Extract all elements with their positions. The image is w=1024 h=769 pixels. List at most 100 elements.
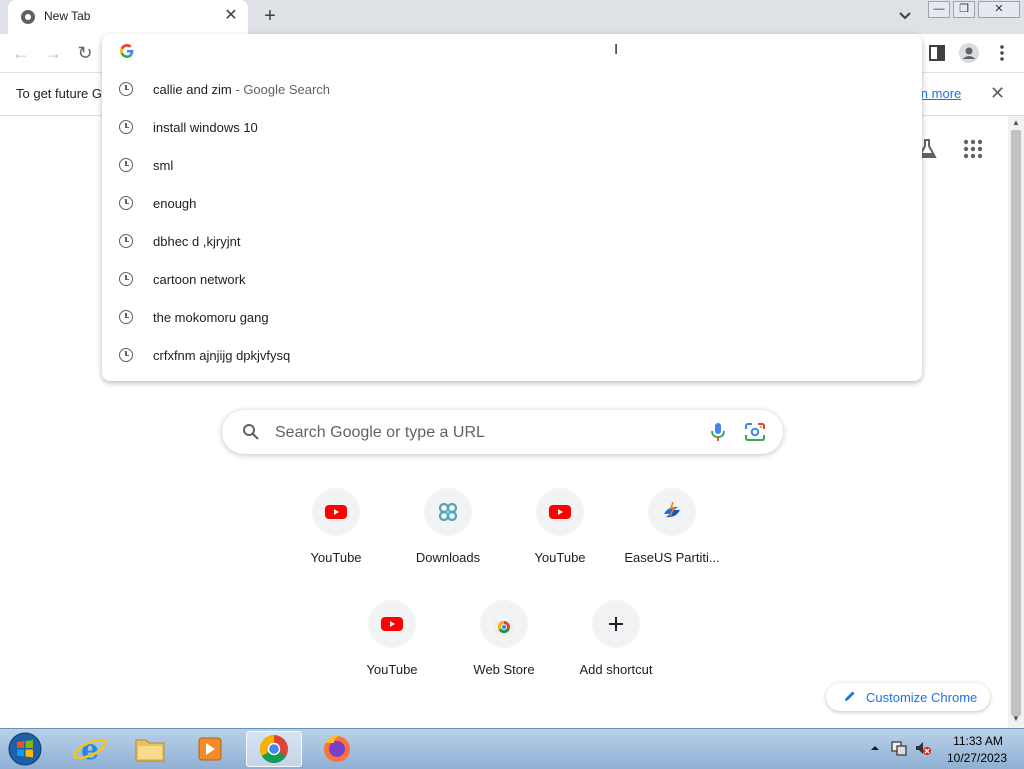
minimize-button[interactable]: —	[928, 1, 950, 18]
shortcut-label: YouTube	[366, 662, 418, 677]
firefox-icon[interactable]	[309, 731, 365, 767]
suggestion-text: cartoon network	[153, 272, 246, 287]
taskbar-date[interactable]: 10/27/2023	[940, 751, 1014, 765]
downloads-icon	[436, 500, 460, 524]
suggestion-text: crfxfnm ajnjijg dpkjvfysq	[153, 348, 290, 363]
history-clock-icon	[119, 234, 133, 248]
shortcut-icon-circle	[424, 488, 472, 536]
side-panel-icon[interactable]	[926, 42, 948, 64]
tab-strip: New Tab ✕ + — ❐ ✕	[0, 0, 1024, 34]
scrollbar-thumb[interactable]	[1011, 130, 1021, 716]
pencil-icon	[845, 691, 855, 701]
suggestion-query: callie and zim	[153, 82, 232, 97]
chrome-favicon-icon	[21, 10, 35, 24]
history-clock-icon	[119, 196, 133, 210]
back-arrow-icon[interactable]: ←	[9, 42, 33, 64]
suggestion-query: sml	[153, 158, 174, 173]
suggestion-text: callie and zim - Google Search	[153, 82, 330, 97]
restore-button[interactable]: ❐	[953, 1, 975, 18]
close-tab-icon[interactable]: ✕	[222, 7, 240, 25]
suggestion-row[interactable]: enough	[102, 184, 922, 222]
suggestion-row[interactable]: cartoon network	[102, 260, 922, 298]
suggestion-query: dbhec d ,kjryjnt	[153, 234, 241, 249]
suggestion-query: enough	[153, 196, 197, 211]
suggestion-row[interactable]: callie and zim - Google Search	[102, 70, 922, 108]
shortcut-tile[interactable]: Web Store	[448, 600, 560, 700]
forward-arrow-icon[interactable]: →	[41, 42, 65, 64]
reload-icon[interactable]: ↻	[73, 42, 97, 64]
kebab-menu-icon[interactable]	[991, 42, 1013, 64]
search-icon	[243, 424, 259, 440]
omnibox-dropdown: I callie and zim - Google Search install …	[102, 34, 922, 381]
scroll-down-arrow-icon[interactable]: ▼	[1011, 714, 1021, 724]
tab-title: New Tab	[44, 9, 91, 23]
suggestion-text: install windows 10	[153, 120, 258, 135]
shortcut-label: Web Store	[473, 662, 535, 677]
customize-chrome-label: Customize Chrome	[866, 690, 978, 705]
shortcut-tile[interactable]: YouTube	[280, 488, 392, 588]
youtube-icon	[380, 612, 404, 636]
ntp-search-box[interactable]: Search Google or type a URL	[222, 410, 783, 454]
history-clock-icon	[119, 82, 133, 96]
easeus-icon	[660, 500, 684, 524]
close-window-button[interactable]: ✕	[978, 1, 1020, 18]
close-info-bar-icon[interactable]: ✕	[990, 83, 1005, 104]
google-g-icon	[120, 44, 134, 58]
shortcut-tile[interactable]: YouTube	[336, 600, 448, 700]
shortcut-icon-circle	[312, 488, 360, 536]
taskbar-time[interactable]: 11:33 AM	[948, 734, 1008, 748]
chrome-icon	[260, 735, 288, 763]
chevron-down-icon[interactable]	[895, 6, 915, 26]
google-lens-icon[interactable]	[744, 422, 766, 442]
history-clock-icon	[119, 158, 133, 172]
media-player-icon[interactable]	[182, 731, 238, 767]
internet-explorer-icon[interactable]: e	[62, 731, 118, 767]
suggestion-row[interactable]: dbhec d ,kjryjnt	[102, 222, 922, 260]
microphone-icon[interactable]	[709, 422, 727, 442]
text-cursor-icon: I	[614, 41, 619, 58]
svg-text:e: e	[81, 733, 99, 766]
shortcut-icon-circle	[368, 600, 416, 648]
profile-avatar-icon[interactable]	[958, 42, 980, 64]
history-clock-icon	[119, 310, 133, 324]
suggestion-query: crfxfnm ajnjijg dpkjvfysq	[153, 348, 291, 363]
shortcut-tile[interactable]: EaseUS Partiti...	[616, 488, 728, 588]
suggestion-suffix: - Google Search	[231, 82, 331, 97]
volume-muted-icon[interactable]	[914, 739, 932, 757]
shortcut-icon-circle	[592, 600, 640, 648]
shortcut-tile[interactable]: YouTube	[504, 488, 616, 588]
suggestion-text: enough	[153, 196, 196, 211]
new-tab-button[interactable]: +	[259, 5, 281, 27]
scroll-up-arrow-icon[interactable]: ▲	[1011, 118, 1021, 128]
shortcut-label: YouTube	[310, 550, 362, 565]
page-scrollbar[interactable]: ▲ ▼	[1008, 116, 1024, 728]
shortcut-tile[interactable]: Add shortcut	[560, 600, 672, 700]
search-placeholder: Search Google or type a URL	[275, 424, 485, 441]
suggestion-row[interactable]: install windows 10	[102, 108, 922, 146]
shortcut-tile[interactable]: Downloads	[392, 488, 504, 588]
file-explorer-icon[interactable]	[122, 731, 178, 767]
plus-icon	[604, 612, 628, 636]
suggestion-row[interactable]: sml	[102, 146, 922, 184]
tab-new-tab[interactable]: New Tab ✕	[8, 0, 248, 34]
suggestion-text: sml	[153, 158, 173, 173]
customize-chrome-button[interactable]: Customize Chrome	[826, 683, 990, 711]
history-clock-icon	[119, 348, 133, 362]
shortcut-icon-circle	[480, 600, 528, 648]
apps-grid-icon[interactable]	[961, 137, 985, 161]
windows-taskbar: e 11:33 AM 10/27/2023	[0, 728, 1024, 769]
shortcut-label: Downloads	[415, 550, 481, 565]
suggestion-row[interactable]: the mokomoru gang	[102, 298, 922, 336]
suggestion-query: install windows 10	[153, 120, 258, 135]
shortcut-label: YouTube	[534, 550, 586, 565]
suggestion-query: cartoon network	[153, 272, 246, 287]
taskbar-chrome-button[interactable]	[246, 731, 302, 767]
webstore-icon	[492, 612, 516, 636]
history-clock-icon	[119, 272, 133, 286]
youtube-icon	[324, 500, 348, 524]
network-icon[interactable]	[890, 739, 908, 757]
suggestion-row[interactable]: crfxfnm ajnjijg dpkjvfysq	[102, 336, 922, 374]
suggestion-text: dbhec d ,kjryjnt	[153, 234, 240, 249]
show-hidden-icons-icon[interactable]	[868, 741, 882, 755]
windows-start-icon[interactable]	[6, 731, 44, 767]
